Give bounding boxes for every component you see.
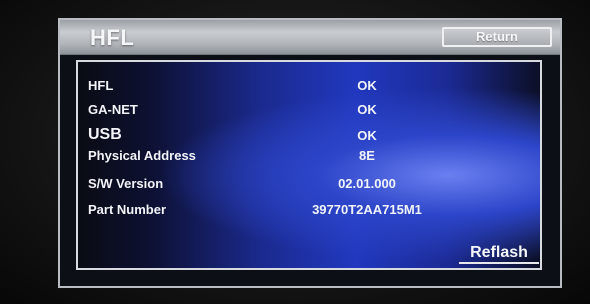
status-row-part-number: Part Number 39770T2AA715M1 (78, 202, 540, 224)
display-screen: HFL Return HFL OK GA-NET OK USB OK Physi… (58, 18, 562, 288)
status-value: 8E (359, 148, 375, 163)
status-row-sw-version: S/W Version 02.01.000 (78, 176, 540, 198)
status-label: HFL (88, 78, 114, 93)
status-label: Physical Address (88, 148, 196, 163)
status-row-physical-address: Physical Address 8E (78, 148, 540, 170)
status-panel: HFL OK GA-NET OK USB OK Physical Address… (76, 60, 542, 270)
status-value: OK (357, 128, 377, 143)
status-row-ga-net: GA-NET OK (78, 102, 540, 124)
status-value: 39770T2AA715M1 (312, 202, 422, 217)
status-label: Part Number (88, 202, 167, 217)
status-label: USB (88, 126, 122, 143)
reflash-button[interactable]: Reflash (459, 242, 539, 264)
status-label: S/W Version (88, 176, 164, 191)
status-value: OK (357, 78, 377, 93)
title-bar: HFL Return (60, 20, 560, 55)
status-row-hfl: HFL OK (78, 78, 540, 100)
device-bezel: HFL Return HFL OK GA-NET OK USB OK Physi… (0, 0, 590, 304)
status-value: 02.01.000 (338, 176, 396, 191)
page-title: HFL (90, 25, 135, 50)
status-value: OK (357, 102, 377, 117)
status-label: GA-NET (88, 102, 138, 117)
return-button[interactable]: Return (442, 27, 552, 47)
status-row-usb: USB OK (78, 126, 540, 150)
